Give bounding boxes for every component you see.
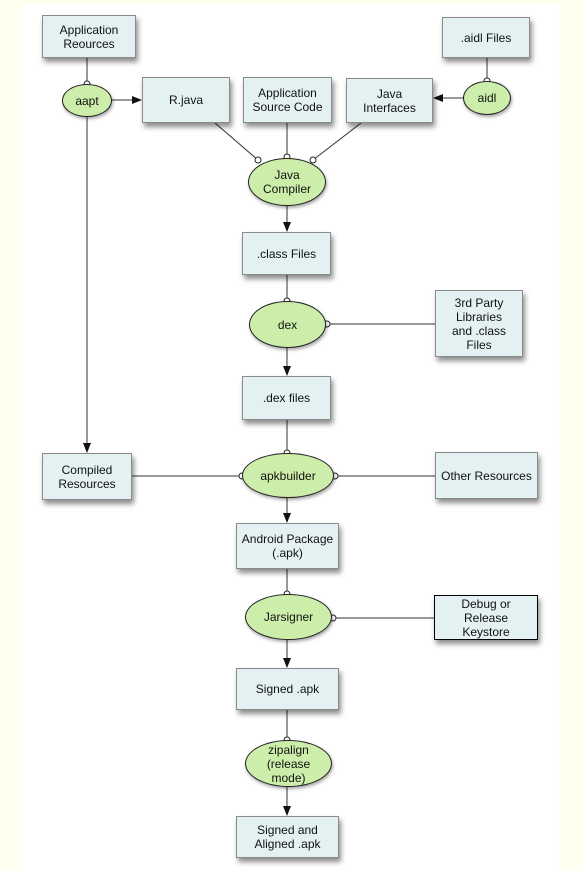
node-label: Application Source Code	[252, 86, 323, 114]
tool-apkbuilder: apkbuilder	[242, 453, 334, 498]
input-port-icon	[254, 156, 262, 164]
node-application-resources: Application Reources	[42, 15, 136, 58]
node-signed-aligned-apk: Signed and Aligned .apk	[236, 816, 339, 858]
node-label: Debug or Release Keystore	[461, 596, 511, 639]
node-label: aapt	[75, 93, 99, 108]
node-label: 3rd Party Libraries and .class Files	[451, 295, 507, 352]
tool-dex: dex	[249, 301, 326, 348]
node-other-resources: Other Resources	[435, 452, 538, 499]
node-java-interfaces: Java Interfaces	[346, 78, 433, 123]
tool-jarsigner: Jarsigner	[245, 594, 332, 640]
node-compiled-resources: Compiled Resources	[42, 453, 132, 500]
node-keystore: Debug or Release Keystore	[434, 595, 538, 640]
node-label: Compiled Resources	[58, 462, 116, 491]
edge-java_interfaces-to-java_compiler	[312, 122, 362, 161]
node-label: .dex files	[262, 391, 311, 405]
tool-aidl: aidl	[463, 81, 511, 115]
node-aidl-files: .aidl Files	[442, 17, 530, 58]
node-class-files: .class Files	[242, 232, 331, 275]
node-label: Java Interfaces	[363, 86, 416, 115]
node-label: Jarsigner	[263, 610, 314, 624]
node-application-source-code: Application Source Code	[243, 77, 332, 123]
node-label: .aidl Files	[460, 30, 512, 45]
node-label: dex	[277, 317, 298, 332]
node-third-party-libraries: 3rd Party Libraries and .class Files	[435, 290, 523, 357]
node-label: zipalign (release mode)	[266, 742, 311, 785]
node-android-package: Android Package (.apk)	[236, 523, 339, 569]
node-label: Android Package (.apk)	[241, 532, 334, 560]
node-label: Java Compiler	[262, 168, 311, 196]
node-dex-files: .dex files	[242, 376, 331, 420]
node-label: Signed .apk	[255, 682, 320, 696]
edge-r_java-to-java_compiler	[214, 122, 259, 161]
node-label: Application Reources	[59, 22, 119, 51]
node-label: apkbuilder	[260, 468, 316, 483]
tool-aapt: aapt	[62, 84, 112, 117]
node-label: Other Resources	[441, 468, 532, 483]
node-r-java: R.java	[142, 77, 230, 123]
node-label: R.java	[168, 93, 203, 107]
tool-zipalign: zipalign (release mode)	[245, 740, 332, 787]
node-label: Signed and Aligned .apk	[254, 823, 321, 851]
tool-java-compiler: Java Compiler	[248, 158, 326, 206]
node-label: aidl	[477, 91, 497, 105]
node-label: .class Files	[256, 246, 317, 261]
node-signed-apk: Signed .apk	[236, 668, 339, 710]
